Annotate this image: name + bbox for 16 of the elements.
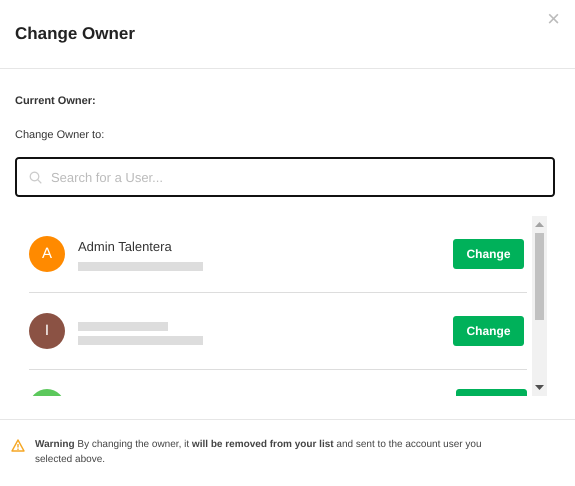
avatar: A <box>29 236 65 272</box>
current-owner-label: Current Owner: <box>15 94 97 109</box>
close-button[interactable]: × <box>547 8 560 30</box>
scrollbar[interactable] <box>532 216 547 396</box>
scroll-down-icon[interactable] <box>535 385 544 391</box>
dialog-title: Change Owner <box>15 24 135 44</box>
avatar: I <box>29 313 65 349</box>
change-owner-label: Change Owner to: <box>15 128 106 142</box>
warning-icon <box>11 439 25 452</box>
search-field[interactable]: Search for a User... <box>15 157 555 197</box>
change-button[interactable]: Change <box>453 316 524 346</box>
warning-text: Warning By changing the owner, it will be removed from your list and sent to the account user you selected above. <box>35 438 483 466</box>
change-button[interactable]: Change <box>453 239 524 269</box>
scrollbar-thumb[interactable] <box>535 233 544 320</box>
user-name: Admin Talentera <box>78 238 173 256</box>
scroll-up-icon[interactable] <box>535 221 544 227</box>
